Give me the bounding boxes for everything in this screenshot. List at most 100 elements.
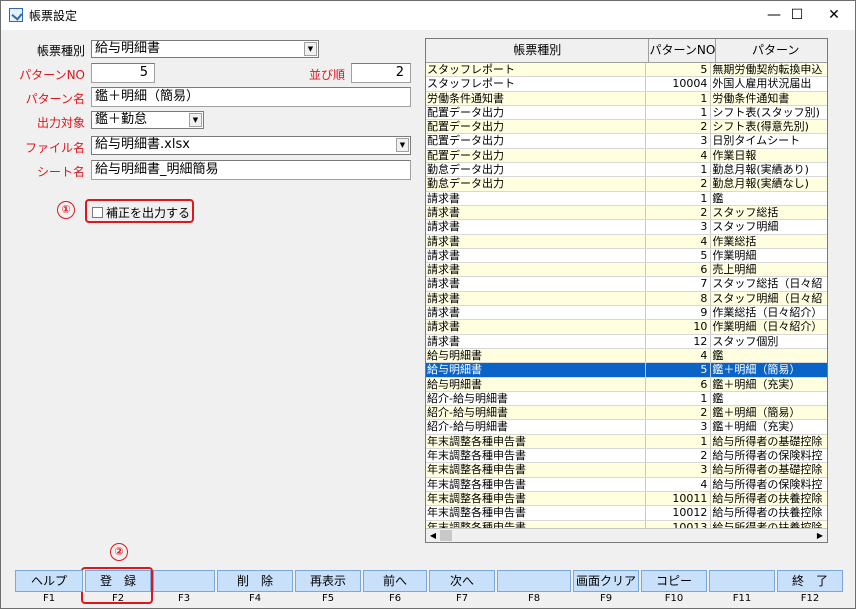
cell-pattern-name: 鑑 [712, 348, 724, 362]
fkey-button-f11[interactable] [709, 570, 775, 592]
table-row[interactable]: 年末調整各種申告書 10011 給与所得者の扶養控除 [426, 491, 827, 507]
table-row[interactable]: 請求書 8 スタッフ明細（日々紹 [426, 291, 827, 307]
scroll-left-icon[interactable]: ◀ [426, 529, 440, 542]
table-row[interactable]: 紹介-給与明細書 3 鑑＋明細（充実） [426, 420, 827, 435]
cell-pattern-name: 無期労働契約転換申込 [712, 63, 823, 76]
cell-pattern-no: 6 [646, 377, 712, 391]
output-target-label: 出力対象 [36, 116, 85, 130]
table-row[interactable]: 紹介-給与明細書 2 鑑＋明細（簡易） [426, 406, 827, 421]
fkey-button-f8[interactable] [497, 570, 571, 592]
cell-pattern-name: 勤怠月報(実績あり) [712, 163, 809, 177]
fkey-label-f9: F9 [599, 593, 613, 604]
table-row[interactable]: 給与明細書 5 鑑＋明細（簡易） [426, 363, 827, 378]
fkey-button-f10[interactable]: コピー [641, 570, 707, 592]
table-row[interactable]: 年末調整各種申告書 2 給与所得者の保険料控 [426, 449, 827, 464]
dropdown-arrow-icon[interactable]: ▼ [304, 42, 317, 56]
report-type-select[interactable]: 給与明細書 ▼ [91, 40, 319, 58]
cell-report-type: 年末調整各種申告書 [426, 434, 646, 449]
cell-report-type: 請求書 [426, 234, 646, 248]
table-row[interactable]: 請求書 5 作業明細 [426, 248, 827, 264]
column-header-pattern-no[interactable]: パターンNO [649, 39, 717, 63]
grid-body[interactable]: スタッフレポート 5 無期労働契約転換申込 スタッフレポート 10004 外国人雇用状況届… [426, 63, 827, 529]
fkey-label-f10: F10 [664, 593, 684, 604]
sort-order-field[interactable]: 2 [351, 63, 411, 83]
pattern-name-field[interactable]: 鑑＋明細（簡易） [91, 87, 411, 107]
cell-pattern-name: 作業明細（日々紹介） [712, 320, 823, 334]
cell-pattern-no: 3 [646, 220, 712, 234]
cell-pattern-no: 4 [646, 234, 712, 248]
table-row[interactable]: 勤怠データ出力 2 勤怠月報(実績なし) [426, 177, 827, 192]
cell-pattern-no: 5 [646, 363, 712, 377]
table-row[interactable]: 年末調整各種申告書 3 給与所得者の基礎控除 [426, 463, 827, 478]
scroll-right-icon[interactable]: ▶ [813, 529, 827, 542]
sheet-name-field[interactable]: 給与明細書_明細簡易 [91, 160, 411, 180]
table-row[interactable]: スタッフレポート 5 無期労働契約転換申込 [426, 63, 827, 78]
table-row[interactable]: 請求書 12 スタッフ個別 [426, 334, 827, 349]
horizontal-scrollbar[interactable]: ◀ ▶ [426, 528, 827, 542]
scroll-thumb[interactable] [440, 530, 452, 541]
cell-pattern-name: スタッフ総括（日々紹 [712, 277, 823, 291]
fkey-button-f9[interactable]: 画面クリア [573, 570, 639, 592]
dropdown-arrow-icon[interactable]: ▼ [189, 113, 202, 127]
dropdown-arrow-icon[interactable]: ▼ [396, 138, 409, 152]
table-row[interactable]: 請求書 10 作業明細（日々紹介） [426, 320, 827, 335]
pattern-no-field[interactable]: 5 [91, 63, 155, 83]
cell-pattern-no: 2 [646, 449, 712, 463]
close-button[interactable]: ✕ [811, 1, 856, 30]
table-row[interactable]: 労働条件通知書 1 労働条件通知書 [426, 91, 827, 106]
cell-report-type: 請求書 [426, 306, 646, 320]
fkey-button-f4[interactable]: 削 除 [217, 570, 293, 592]
table-row[interactable]: スタッフレポート 10004 外国人雇用状況届出 [426, 77, 827, 92]
table-row[interactable]: 給与明細書 6 鑑＋明細（充実） [426, 377, 827, 392]
fkey-label-f1: F1 [42, 593, 56, 604]
cell-report-type: スタッフレポート [426, 77, 646, 91]
column-header-pattern[interactable]: パターン [716, 39, 827, 63]
output-correction-checkbox[interactable]: 補正を出力する [92, 204, 190, 221]
report-type-value: 給与明細書 [95, 41, 161, 56]
fkey-button-f3[interactable] [153, 570, 215, 592]
checkbox-box[interactable] [92, 207, 103, 218]
cell-pattern-name: スタッフ明細（日々紹 [712, 291, 823, 305]
output-target-select[interactable]: 鑑＋勤怠 ▼ [91, 111, 204, 129]
table-row[interactable]: 年末調整各種申告書 1 給与所得者の基礎控除 [426, 434, 827, 450]
cell-pattern-name: 給与所得者の基礎控除 [712, 434, 823, 448]
cell-report-type: 配置データ出力 [426, 134, 646, 148]
cell-pattern-no: 10 [646, 320, 712, 334]
table-row[interactable]: 請求書 7 スタッフ総括（日々紹 [426, 277, 827, 292]
cell-report-type: 請求書 [426, 191, 646, 205]
cell-pattern-name: 日別タイムシート [712, 134, 801, 148]
fkey-button-f5[interactable]: 再表示 [295, 570, 361, 592]
table-row[interactable]: 配置データ出力 3 日別タイムシート [426, 134, 827, 149]
table-row[interactable]: 配置データ出力 2 シフト表(得意先別) [426, 120, 827, 135]
table-row[interactable]: 勤怠データ出力 1 勤怠月報(実績あり) [426, 163, 827, 178]
table-row[interactable]: 年末調整各種申告書 10012 給与所得者の扶養控除 [426, 506, 827, 521]
cell-report-type: 請求書 [426, 263, 646, 277]
table-row[interactable]: 請求書 6 売上明細 [426, 263, 827, 278]
pattern-grid[interactable]: 帳票種別 パターンNO パターン スタッフレポート 5 無期労働契約転換申込 スタッフ… [425, 38, 828, 543]
cell-report-type: 労働条件通知書 [426, 91, 646, 105]
table-row[interactable]: 請求書 2 スタッフ総括 [426, 205, 827, 221]
table-row[interactable]: 請求書 9 作業総括（日々紹介） [426, 306, 827, 321]
cell-report-type: 配置データ出力 [426, 105, 646, 120]
table-row[interactable]: 給与明細書 4 鑑 [426, 348, 827, 364]
fkey-button-f7[interactable]: 次へ [429, 570, 495, 592]
table-row[interactable]: 請求書 3 スタッフ明細 [426, 220, 827, 235]
table-row[interactable]: 配置データ出力 4 作業日報 [426, 148, 827, 164]
file-name-select[interactable]: 給与明細書.xlsx ▼ [91, 136, 411, 155]
report-type-label: 帳票種別 [36, 44, 85, 58]
fkey-button-f2[interactable]: 登 録 [85, 570, 151, 592]
cell-pattern-no: 1 [646, 434, 712, 449]
cell-report-type: 配置データ出力 [426, 120, 646, 134]
table-row[interactable]: 紹介-給与明細書 1 鑑 [426, 391, 827, 407]
cell-report-type: 紹介-給与明細書 [426, 391, 646, 406]
table-row[interactable]: 請求書 1 鑑 [426, 191, 827, 206]
table-row[interactable]: 年末調整各種申告書 4 給与所得者の保険料控 [426, 477, 827, 492]
fkey-button-f1[interactable]: ヘルプ [15, 570, 83, 592]
table-row[interactable]: 配置データ出力 1 シフト表(スタッフ別) [426, 105, 827, 121]
cell-pattern-no: 1 [646, 163, 712, 177]
column-header-report-type[interactable]: 帳票種別 [426, 39, 650, 63]
fkey-button-f6[interactable]: 前へ [363, 570, 427, 592]
table-row[interactable]: 請求書 4 作業総括 [426, 234, 827, 249]
cell-pattern-no: 4 [646, 148, 712, 163]
fkey-button-f12[interactable]: 終 了 [777, 570, 843, 592]
